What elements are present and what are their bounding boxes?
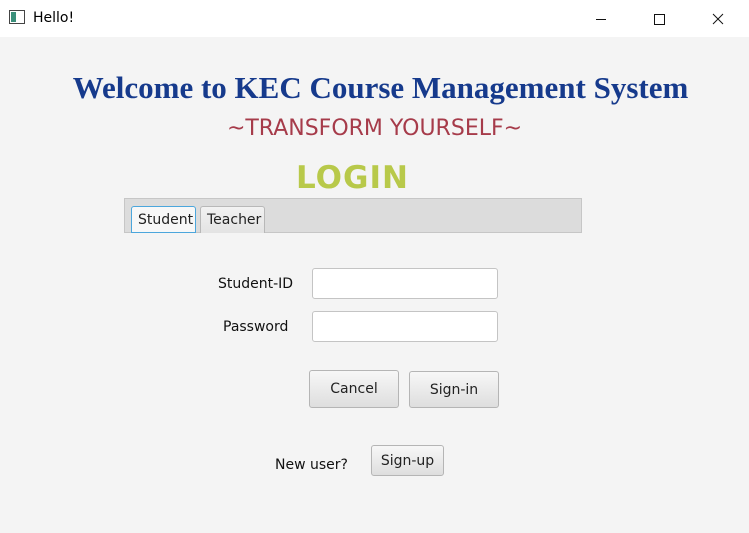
login-heading: LOGIN [296,160,409,196]
minimize-button[interactable] [578,0,624,37]
student-id-label: Student-ID [218,276,294,292]
title-bar: Hello! [0,0,749,37]
password-input[interactable] [312,311,498,342]
student-id-input[interactable] [312,268,498,299]
close-icon [712,13,724,24]
tab-teacher[interactable]: Teacher [200,206,265,233]
welcome-heading: Welcome to KEC Course Management System [72,70,689,105]
app-icon [9,10,25,24]
close-button[interactable] [695,0,741,37]
tagline: ~TRANSFORM YOURSELF~ [226,116,523,141]
tab-student[interactable]: Student [131,206,196,233]
cancel-button[interactable]: Cancel [309,370,399,408]
maximize-icon [654,13,665,25]
window-title: Hello! [33,10,75,26]
sign-up-button[interactable]: Sign-up [371,445,444,476]
maximize-button[interactable] [636,0,682,37]
new-user-label: New user? [275,457,348,473]
minimize-icon [596,18,606,20]
sign-in-button[interactable]: Sign-in [409,371,499,408]
password-label: Password [223,319,289,335]
login-tab-bar: Student Teacher [124,198,582,233]
